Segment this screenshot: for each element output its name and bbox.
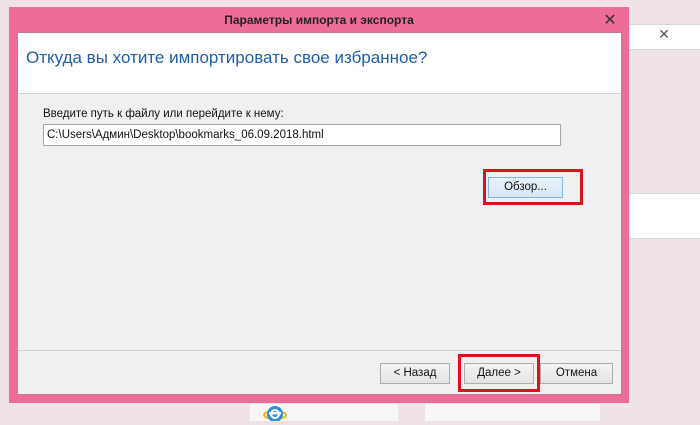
browse-highlight-frame <box>483 169 583 205</box>
dialog-title: Параметры импорта и экспорта <box>224 13 414 27</box>
back-button[interactable]: < Назад <box>380 363 450 384</box>
header-panel: Откуда вы хотите импортировать свое избр… <box>18 33 621 94</box>
footer-divider <box>18 350 621 351</box>
file-path-input[interactable] <box>43 124 561 146</box>
dialog-titlebar[interactable]: Параметры импорта и экспорта ✕ <box>9 7 629 35</box>
background-tile <box>425 404 600 421</box>
dialog-content: Откуда вы хотите импортировать свое избр… <box>17 32 622 395</box>
cancel-button[interactable]: Отмена <box>540 363 613 384</box>
page-heading: Откуда вы хотите импортировать свое избр… <box>26 48 428 67</box>
import-export-dialog: Параметры импорта и экспорта ✕ Откуда вы… <box>9 7 629 403</box>
close-icon[interactable]: ✕ <box>599 11 621 29</box>
background-close-icon[interactable]: ✕ <box>656 27 672 43</box>
internet-explorer-icon[interactable] <box>262 401 288 422</box>
background-panel <box>630 193 700 239</box>
path-field-label: Введите путь к файлу или перейдите к нем… <box>43 108 284 120</box>
next-highlight-frame <box>458 354 540 392</box>
